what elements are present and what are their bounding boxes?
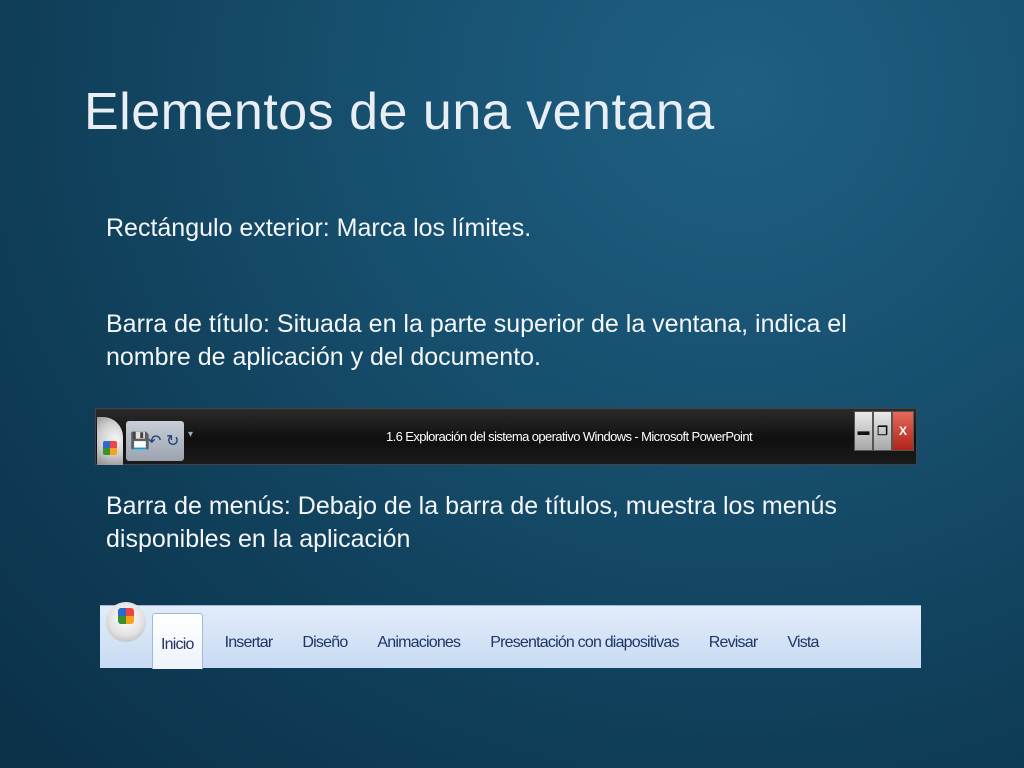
slide-title: Elementos de una ventana [84, 83, 715, 141]
minimize-button[interactable]: ▬ [854, 411, 873, 451]
office-button[interactable] [97, 417, 123, 465]
quick-access-toolbar: 💾 ↶ ↻ [126, 421, 184, 461]
redo-icon[interactable]: ↻ [166, 431, 179, 451]
window-title: 1.6 Exploración del sistema operativo Wi… [386, 429, 753, 444]
qat-customize-arrow-icon[interactable]: ▾ [188, 429, 193, 440]
window-controls: ▬ ❐ X [854, 411, 914, 451]
paragraph-outer-rectangle: Rectángulo exterior: Marca los límites. [106, 214, 532, 242]
paragraph-menu-bar: Barra de menús: Debajo de la barra de tí… [106, 492, 837, 553]
tab-animaciones[interactable]: Animaciones [369, 617, 468, 669]
tab-presentacion[interactable]: Presentación con diapositivas [482, 617, 686, 669]
tab-revisar[interactable]: Revisar [701, 617, 766, 669]
tab-vista[interactable]: Vista [779, 617, 826, 669]
restore-button[interactable]: ❐ [873, 411, 892, 451]
office-logo-icon [103, 441, 117, 455]
tab-insertar[interactable]: Insertar [217, 617, 281, 669]
undo-icon[interactable]: ↶ [148, 431, 161, 451]
menu-bar-screenshot: Inicio Insertar Diseño Animaciones Prese… [100, 602, 921, 669]
tab-inicio[interactable]: Inicio [152, 613, 203, 669]
office-button[interactable] [106, 602, 146, 642]
office-logo-icon [118, 608, 134, 624]
ribbon-tabs: Inicio Insertar Diseño Animaciones Prese… [152, 606, 841, 669]
save-icon[interactable]: 💾 [130, 431, 150, 451]
close-button[interactable]: X [892, 411, 914, 451]
title-bar-screenshot: 💾 ↶ ↻ ▾ 1.6 Exploración del sistema oper… [95, 408, 917, 465]
paragraph-title-bar: Barra de título: Situada en la parte sup… [106, 310, 847, 371]
tab-diseno[interactable]: Diseño [294, 617, 355, 669]
